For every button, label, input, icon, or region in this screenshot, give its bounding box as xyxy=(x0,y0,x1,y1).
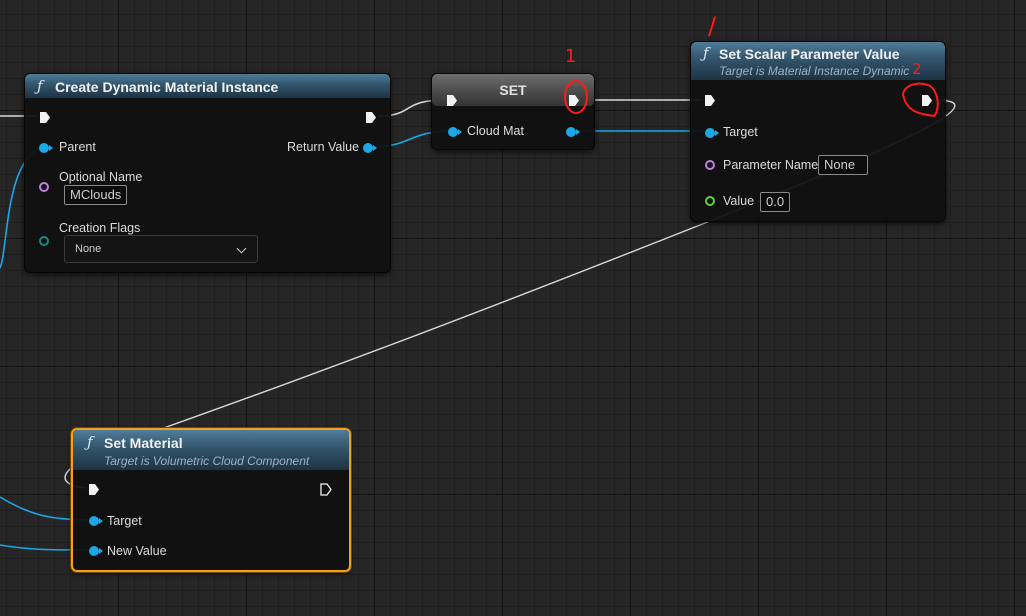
return-value-pin-icon[interactable] xyxy=(363,143,377,153)
exec-in-pin-icon[interactable] xyxy=(446,94,458,107)
parameter-name-input[interactable]: None xyxy=(818,155,868,175)
new-value-pin-icon[interactable] xyxy=(89,546,103,556)
exec-in-pin-icon[interactable] xyxy=(39,111,51,124)
parent-label: Parent xyxy=(59,140,96,154)
node-title: Set Material xyxy=(104,435,183,451)
node-create-dynamic-material-instance[interactable]: ƒ Create Dynamic Material Instance Paren… xyxy=(24,73,391,273)
target-pin-icon[interactable] xyxy=(89,516,103,526)
node-set-material[interactable]: ƒ Set Material Target is Volumetric Clou… xyxy=(71,428,351,572)
node-title: Create Dynamic Material Instance xyxy=(55,79,279,95)
target-label: Target xyxy=(723,125,758,139)
parameter-name-label: Parameter Name xyxy=(723,158,819,172)
function-f-icon: ƒ xyxy=(87,433,93,451)
annotation-mark-slash: / xyxy=(708,12,717,40)
return-value-label: Return Value xyxy=(287,140,360,154)
optional-name-input[interactable]: MClouds xyxy=(64,185,128,205)
function-f-icon: ƒ xyxy=(37,77,43,95)
creation-flags-dropdown[interactable]: None xyxy=(64,235,258,263)
value-label: Value xyxy=(723,194,755,208)
chevron-down-icon xyxy=(236,243,247,254)
node-set-variable[interactable]: SET Cloud Mat xyxy=(431,73,595,150)
cloud-mat-in-pin-icon[interactable] xyxy=(448,127,462,137)
target-label: Target xyxy=(107,514,142,528)
creation-flags-pin-icon[interactable] xyxy=(39,236,49,246)
new-value-label: New Value xyxy=(107,544,167,558)
creation-flags-value: None xyxy=(75,243,102,255)
parent-pin-icon[interactable] xyxy=(39,143,53,153)
node-subtitle: Target is Volumetric Cloud Component xyxy=(104,454,310,468)
function-f-icon: ƒ xyxy=(703,44,709,62)
value-input[interactable]: 0.0 xyxy=(760,192,791,212)
exec-out-pin-icon[interactable] xyxy=(320,483,332,496)
parameter-name-pin-icon[interactable] xyxy=(705,160,715,170)
exec-in-pin-icon[interactable] xyxy=(88,483,100,496)
node-header[interactable]: ƒ Set Material Target is Volumetric Clou… xyxy=(73,430,349,470)
optional-name-pin-icon[interactable] xyxy=(39,182,49,192)
target-pin-icon[interactable] xyxy=(705,128,719,138)
value-pin-icon[interactable] xyxy=(705,196,715,206)
annotation-mark-1: 1 xyxy=(565,46,577,67)
node-subtitle: Target is Material Instance Dynamic xyxy=(719,64,910,78)
annotation-mark-2: 2 xyxy=(912,60,922,78)
exec-in-pin-icon[interactable] xyxy=(704,94,716,107)
exec-out-pin-icon[interactable] xyxy=(921,94,933,107)
creation-flags-label: Creation Flags xyxy=(59,221,141,235)
optional-name-label: Optional Name xyxy=(59,170,143,184)
cloud-mat-label: Cloud Mat xyxy=(467,124,524,138)
node-header[interactable]: ƒ Set Scalar Parameter Value Target is M… xyxy=(691,42,945,80)
node-header[interactable]: ƒ Create Dynamic Material Instance xyxy=(25,74,390,98)
cloud-mat-out-pin-icon[interactable] xyxy=(566,127,580,137)
node-title: Set Scalar Parameter Value xyxy=(719,46,900,62)
node-set-scalar-parameter-value[interactable]: ƒ Set Scalar Parameter Value Target is M… xyxy=(690,41,946,222)
exec-out-pin-icon[interactable] xyxy=(568,94,580,107)
exec-out-pin-icon[interactable] xyxy=(365,111,377,124)
